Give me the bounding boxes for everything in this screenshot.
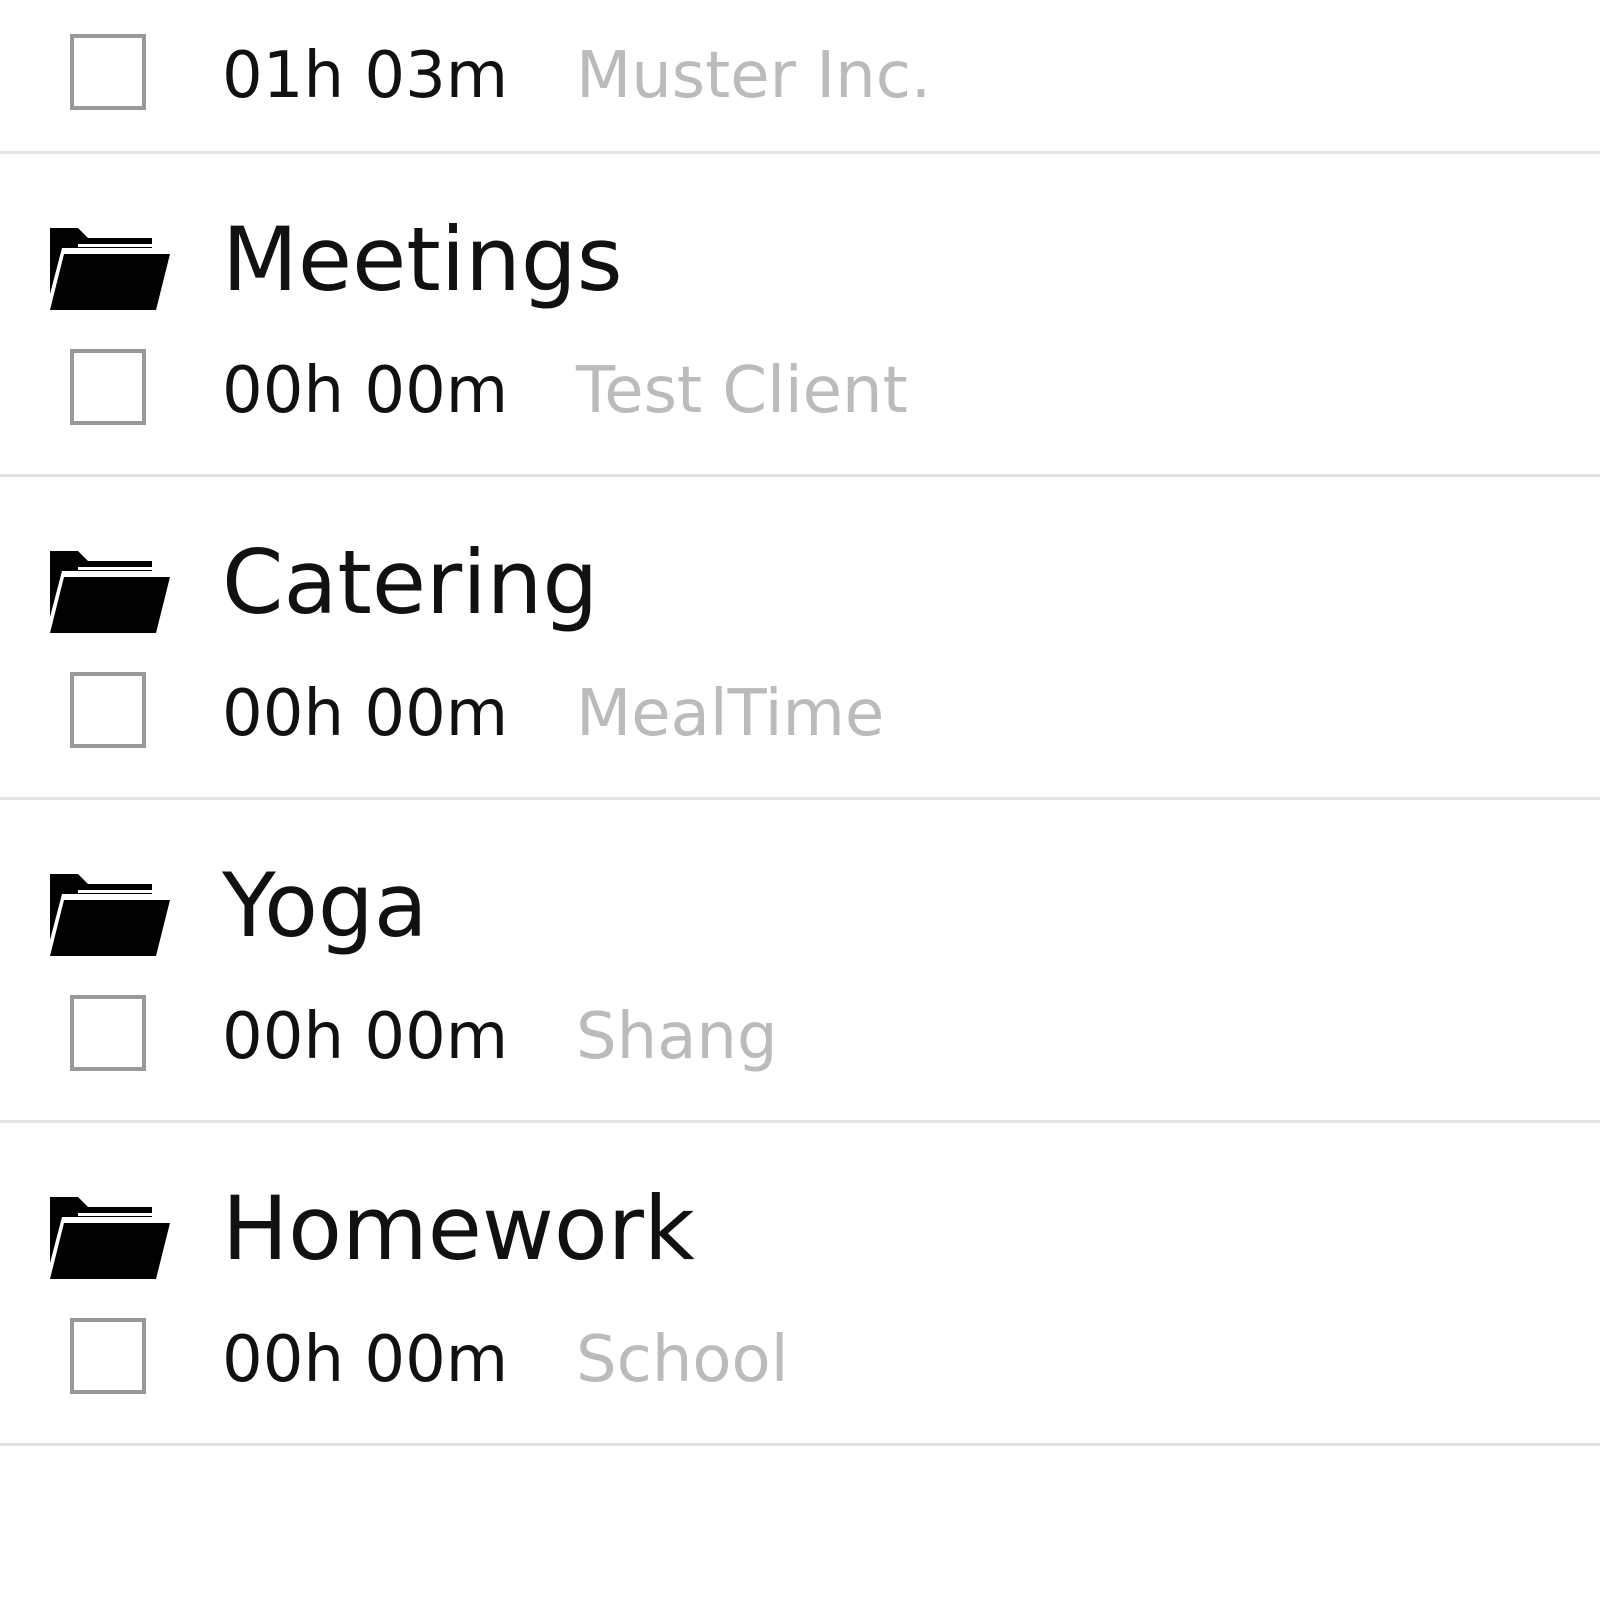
- client-name: MealTime: [576, 677, 885, 751]
- client-name: School: [576, 1323, 789, 1397]
- time-tracking-checkbox[interactable]: [70, 349, 146, 425]
- time-tracking-checkbox[interactable]: [70, 672, 146, 748]
- folder-open-icon: [50, 228, 170, 310]
- client-name: Test Client: [576, 354, 908, 428]
- project-list: 01h 03m Muster Inc. Meetings 00h 00m Tes…: [0, 0, 1600, 1600]
- tracked-time: 01h 03m: [222, 39, 509, 113]
- project-name: Yoga: [222, 854, 428, 957]
- folder-open-icon: [50, 551, 170, 633]
- folder-open-icon: [50, 874, 170, 956]
- project-name: Meetings: [222, 208, 623, 311]
- project-name: Catering: [222, 531, 599, 634]
- time-tracking-checkbox[interactable]: [70, 995, 146, 1071]
- client-name: Muster Inc.: [576, 39, 932, 113]
- project-item-catering[interactable]: Catering 00h 00m MealTime: [0, 477, 1600, 800]
- project-item-yoga[interactable]: Yoga 00h 00m Shang: [0, 800, 1600, 1123]
- time-tracking-checkbox[interactable]: [70, 1318, 146, 1394]
- project-item-meetings[interactable]: Meetings 00h 00m Test Client: [0, 154, 1600, 477]
- project-item-homework[interactable]: Homework 00h 00m School: [0, 1123, 1600, 1446]
- client-name: Shang: [576, 1000, 778, 1074]
- tracked-time: 00h 00m: [222, 1323, 509, 1397]
- time-tracking-checkbox[interactable]: [70, 34, 146, 110]
- tracked-time: 00h 00m: [222, 1000, 509, 1074]
- project-name: Homework: [222, 1177, 695, 1280]
- project-item-muster-inc[interactable]: 01h 03m Muster Inc.: [0, 0, 1600, 154]
- folder-open-icon: [50, 1197, 170, 1279]
- tracked-time: 00h 00m: [222, 354, 509, 428]
- tracked-time: 00h 00m: [222, 677, 509, 751]
